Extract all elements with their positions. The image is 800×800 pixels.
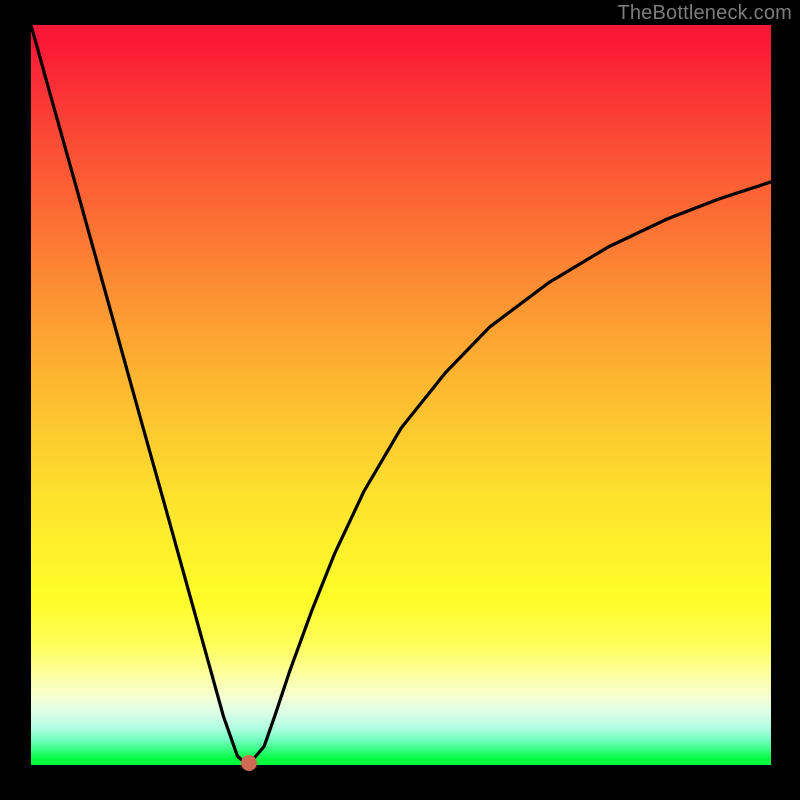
chart-frame: TheBottleneck.com (0, 0, 800, 800)
curve-path (31, 25, 771, 762)
plot-area (31, 25, 771, 765)
min-marker (241, 755, 257, 771)
curve-svg (31, 25, 771, 765)
watermark-text: TheBottleneck.com (617, 2, 792, 25)
